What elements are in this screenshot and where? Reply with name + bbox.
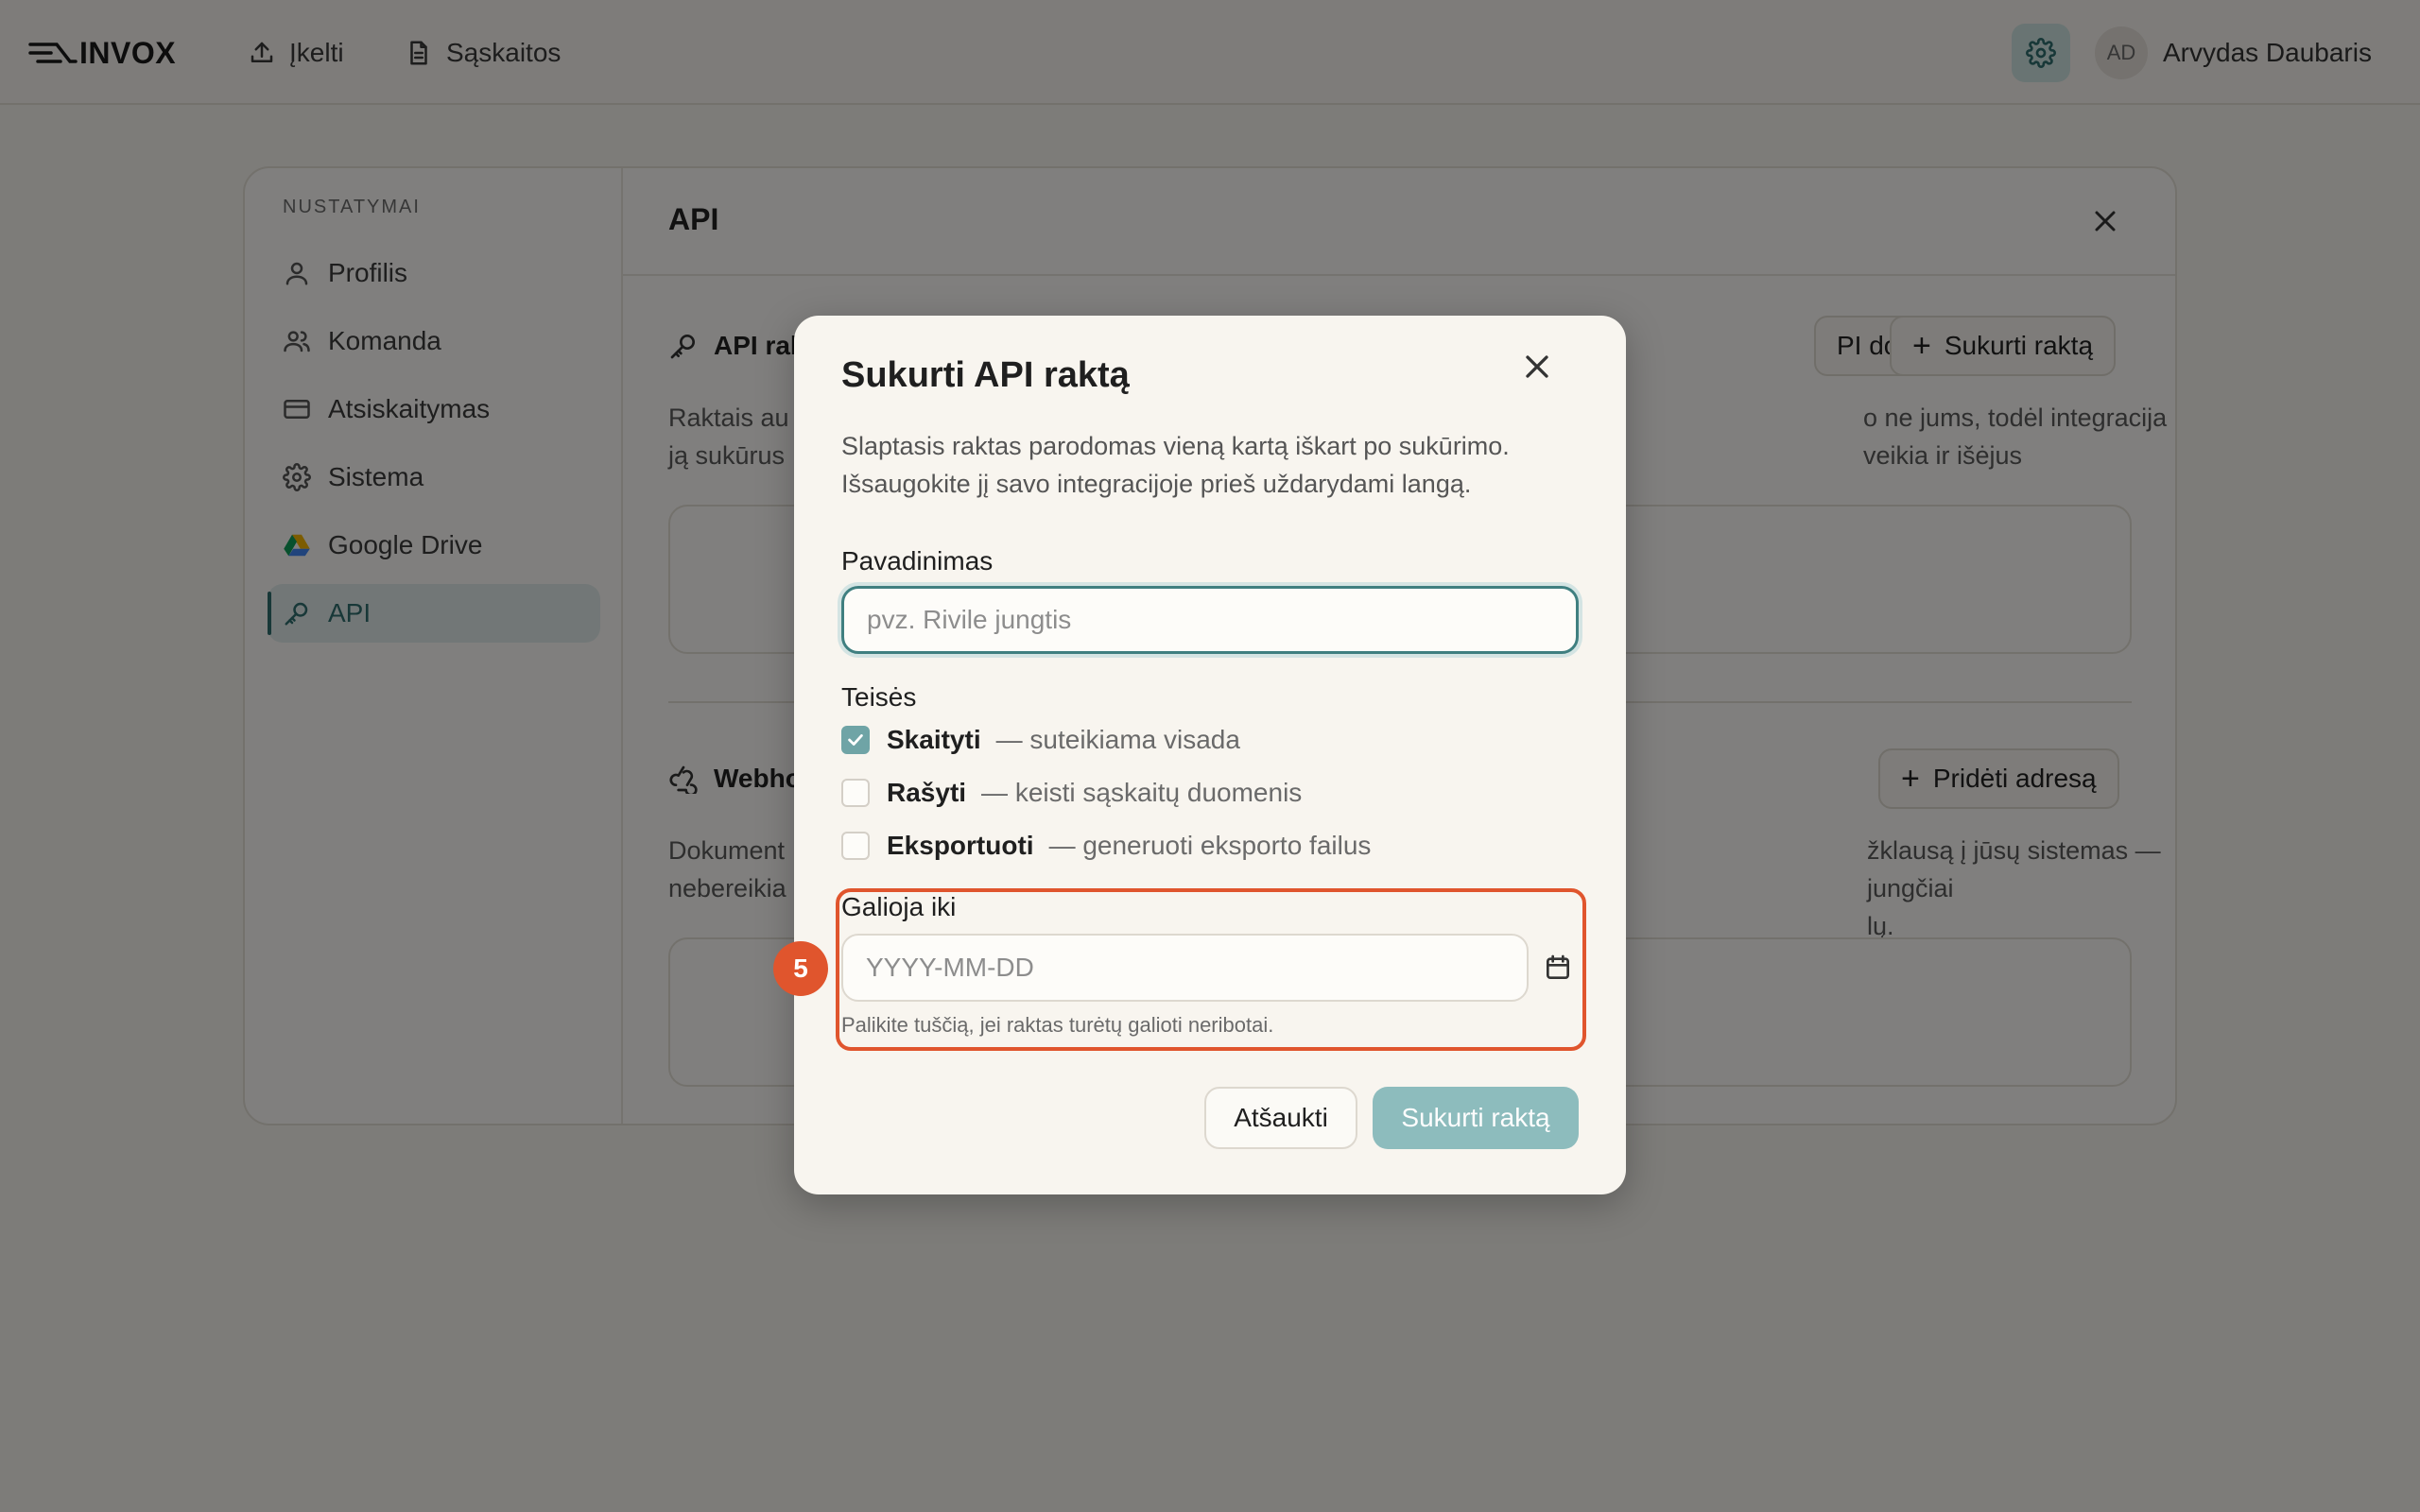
permission-desc: — generuoti eksporto failus xyxy=(1048,831,1372,860)
create-api-key-dialog: Sukurti API raktą Slaptasis raktas parod… xyxy=(773,316,1626,1194)
create-key-submit-button[interactable]: Sukurti raktą xyxy=(1373,1087,1579,1149)
expiry-hint: Palikite tuščią, jei raktas turėtų galio… xyxy=(841,1013,1274,1037)
write-checkbox[interactable] xyxy=(841,779,870,807)
name-label: Pavadinimas xyxy=(841,546,994,576)
cancel-button[interactable]: Atšaukti xyxy=(1204,1087,1357,1149)
calendar-icon[interactable] xyxy=(1543,953,1573,983)
export-checkbox[interactable] xyxy=(841,832,870,860)
read-checkbox[interactable] xyxy=(841,726,870,754)
expiry-label: Galioja iki xyxy=(841,892,957,921)
expiry-date-input[interactable] xyxy=(841,934,1529,1002)
name-input[interactable] xyxy=(841,586,1579,654)
permission-read[interactable]: Skaityti — suteikiama visada xyxy=(841,724,1240,756)
permission-desc: — keisti sąskaitų duomenis xyxy=(981,778,1303,807)
dialog-title: Sukurti API raktą xyxy=(841,355,1130,395)
dialog-description: Slaptasis raktas parodomas vieną kartą i… xyxy=(841,432,1510,498)
permission-write[interactable]: Rašyti — keisti sąskaitų duomenis xyxy=(841,777,1302,809)
close-icon[interactable] xyxy=(1518,348,1556,386)
permission-export[interactable]: Eksportuoti — generuoti eksporto failus xyxy=(841,830,1371,862)
check-icon xyxy=(848,734,863,746)
permission-name: Rašyti xyxy=(887,778,967,807)
permission-name: Eksportuoti xyxy=(887,831,1034,860)
permission-name: Skaityti xyxy=(887,725,981,754)
permissions-label: Teisės xyxy=(841,682,917,712)
step-badge: 5 xyxy=(773,941,828,996)
permission-desc: — suteikiama visada xyxy=(995,725,1240,754)
